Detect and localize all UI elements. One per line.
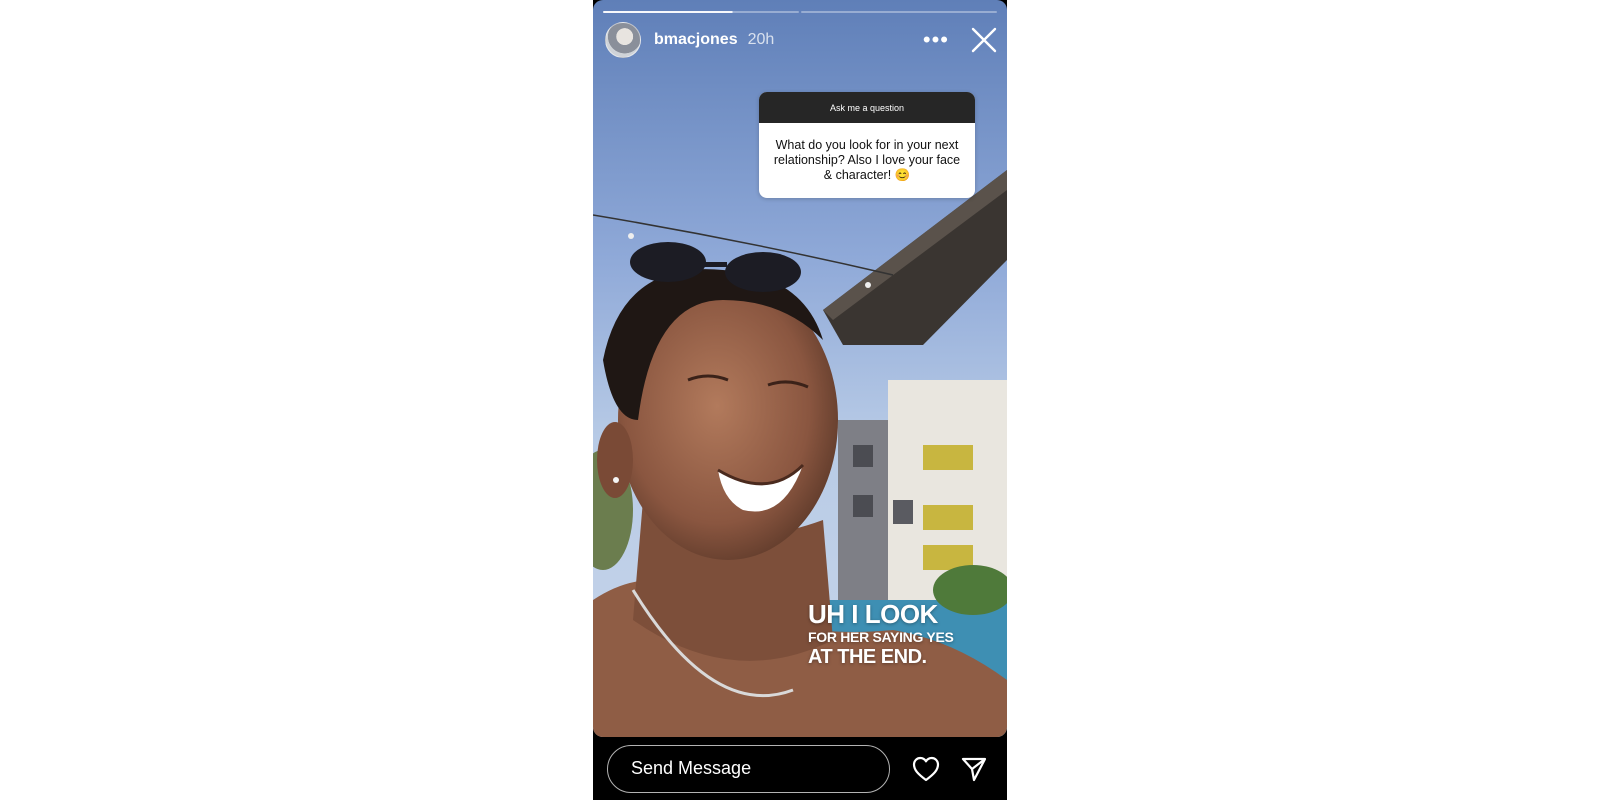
post-time: 20h (747, 31, 775, 48)
close-icon[interactable] (971, 27, 997, 53)
more-horizontal-icon[interactable]: ••• (923, 29, 949, 51)
question-sticker-header: Ask me a question (759, 92, 975, 123)
question-text: What do you look for in your next relati… (773, 138, 961, 182)
heart-icon[interactable] (912, 756, 940, 782)
progress-segment-pending (801, 11, 997, 13)
story-progress-bar (603, 11, 997, 13)
send-icon[interactable] (961, 756, 987, 782)
send-message-input[interactable]: Send Message (607, 744, 890, 793)
story-caption: UH I LOOK FOR HER SAYING YES AT THE END. (808, 601, 954, 667)
story-media[interactable]: bmacjones 20h ••• Ask me a question What… (593, 0, 1007, 737)
progress-segment-complete (603, 11, 799, 13)
send-message-placeholder: Send Message (631, 758, 752, 778)
caption-line-1: UH I LOOK (808, 599, 938, 629)
story-footer: Send Message (593, 737, 1007, 800)
question-sticker[interactable]: Ask me a question What do you look for i… (759, 92, 975, 198)
caption-line-3: AT THE END. (808, 646, 927, 668)
story-viewer: bmacjones 20h ••• Ask me a question What… (593, 0, 1007, 800)
story-header: bmacjones 20h ••• (605, 22, 997, 58)
caption-line-2: FOR HER SAYING YES (808, 629, 954, 645)
username[interactable]: bmacjones (654, 31, 738, 49)
avatar[interactable] (605, 22, 641, 58)
